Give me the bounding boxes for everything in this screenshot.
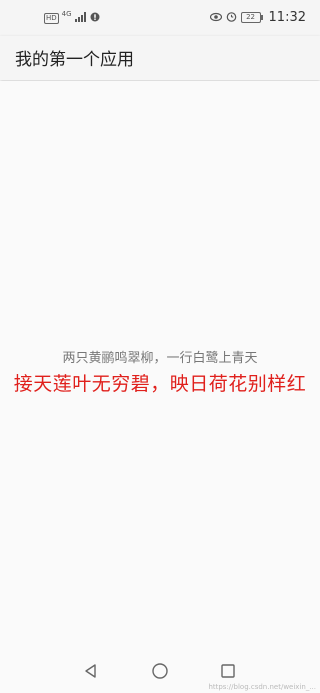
eye-comfort-icon	[209, 11, 222, 25]
watermark: https://blog.csdn.net/weixin_...	[208, 683, 316, 691]
home-icon[interactable]	[149, 660, 171, 682]
status-clock: 11:32	[268, 10, 306, 25]
navigation-bar: https://blog.csdn.net/weixin_...	[0, 648, 320, 693]
status-right: 22 11:32	[209, 10, 306, 25]
status-bar: HD 4G 22 11:32	[0, 0, 320, 36]
status-left: HD 4G	[44, 10, 100, 25]
app-title: 我的第一个应用	[15, 50, 134, 70]
back-icon[interactable]	[80, 660, 102, 682]
battery-icon: 22	[240, 12, 263, 23]
app-bar: 我的第一个应用	[0, 36, 320, 80]
alarm-icon	[226, 11, 237, 25]
network-type-label: 4G	[61, 10, 72, 18]
signal-icon	[74, 11, 87, 25]
recents-icon[interactable]	[217, 660, 239, 682]
hd-badge: HD	[44, 12, 59, 24]
notification-icon	[90, 11, 100, 25]
poem-line-2: 接天莲叶无穷碧，映日荷花别样红	[13, 373, 307, 395]
phone-screen: HD 4G 22 11:32 我的第一个应用 两只黄鹂鸣翠柳，一行白鹭上青天 接…	[0, 0, 320, 693]
poem-line-1: 两只黄鹂鸣翠柳，一行白鹭上青天	[62, 351, 258, 366]
main-content: 两只黄鹂鸣翠柳，一行白鹭上青天 接天莲叶无穷碧，映日荷花别样红	[0, 81, 320, 648]
